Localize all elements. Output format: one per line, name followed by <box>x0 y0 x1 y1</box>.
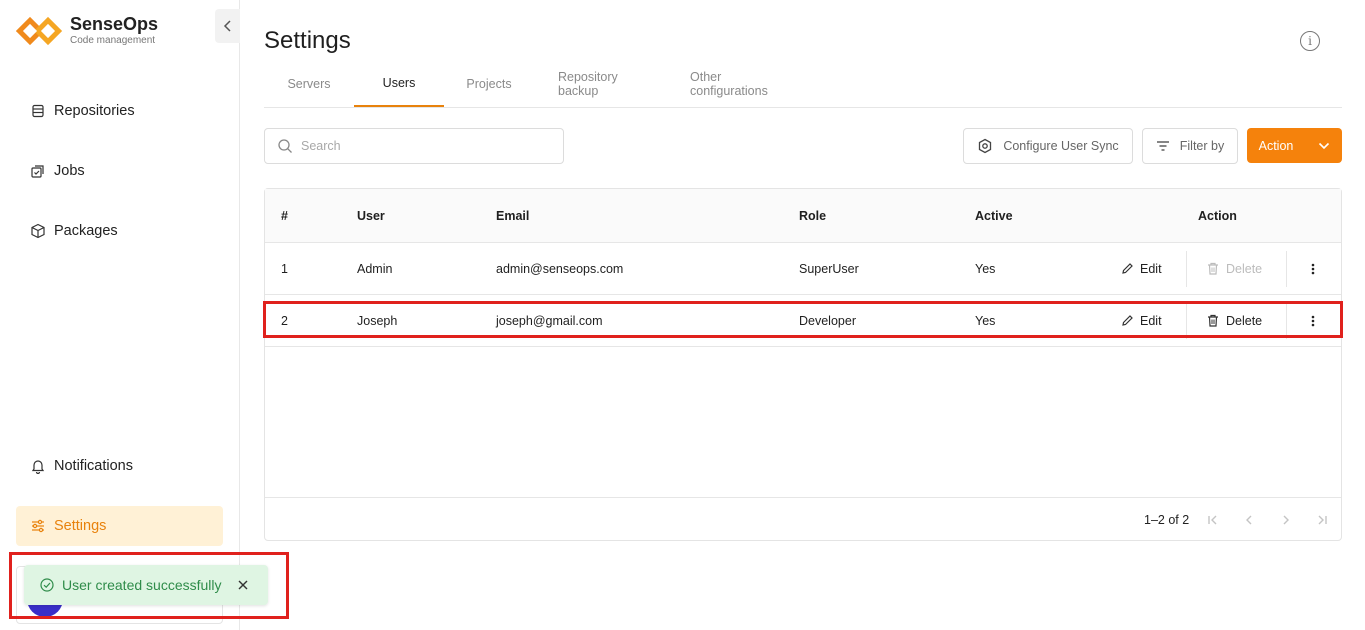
edit-button[interactable]: Edit <box>1121 243 1162 294</box>
brand-name: SenseOps <box>70 14 159 34</box>
next-page-icon[interactable] <box>1276 510 1296 530</box>
first-page-icon[interactable] <box>1203 510 1223 530</box>
filter-by-button[interactable]: Filter by <box>1142 128 1238 164</box>
previous-page-icon[interactable] <box>1239 510 1259 530</box>
search-icon <box>278 139 292 153</box>
table-pagination: 1–2 of 2 <box>265 497 1341 541</box>
configure-user-sync-label: Configure User Sync <box>1003 139 1119 153</box>
sidebar: SenseOps Code management Repositories Jo… <box>0 0 240 630</box>
package-icon <box>30 223 46 239</box>
row-email: admin@senseops.com <box>496 261 624 276</box>
divider <box>1286 251 1287 287</box>
chevron-down-icon[interactable] <box>1305 142 1342 150</box>
database-icon <box>30 103 46 119</box>
pencil-icon <box>1122 263 1133 274</box>
brand-logo[interactable]: SenseOps Code management <box>15 14 159 47</box>
row-num: 1 <box>281 261 288 276</box>
sidebar-item-label: Packages <box>54 223 118 239</box>
table-row: 1 Admin admin@senseops.com SuperUser Yes… <box>265 243 1341 295</box>
sidebar-item-label: Repositories <box>54 103 135 119</box>
last-page-icon[interactable] <box>1312 510 1332 530</box>
filter-icon <box>1156 141 1169 151</box>
sidebar-item-packages[interactable]: Packages <box>16 211 223 251</box>
header-email: Email <box>496 208 530 223</box>
sidebar-item-repositories[interactable]: Repositories <box>16 91 223 131</box>
divider <box>1186 251 1187 287</box>
trash-icon <box>1208 262 1218 275</box>
delete-button[interactable]: Delete <box>1207 243 1262 294</box>
action-dropdown-button[interactable]: Action <box>1247 128 1342 163</box>
search-box <box>264 128 564 164</box>
toast-highlight-box <box>9 552 289 619</box>
users-table: # User Email Role Active Action 1 Admin … <box>264 188 1342 541</box>
sidebar-collapse-button[interactable] <box>215 9 240 43</box>
tab-other-configurations[interactable]: Other configurations <box>666 60 814 107</box>
row-role: SuperUser <box>799 261 859 276</box>
settings-tabs: Servers Users Projects Repository backup… <box>264 60 1342 108</box>
delete-label: Delete <box>1226 261 1263 276</box>
sidebar-item-label: Notifications <box>54 458 133 474</box>
sidebar-item-label: Settings <box>54 518 107 534</box>
search-input[interactable] <box>301 139 541 153</box>
sync-settings-icon <box>979 138 992 154</box>
tab-servers[interactable]: Servers <box>264 60 354 107</box>
header-active: Active <box>975 208 1013 223</box>
sidebar-item-settings[interactable]: Settings <box>16 506 223 546</box>
header-action: Action <box>1198 208 1237 223</box>
row-highlight-box <box>263 301 1343 338</box>
action-label: Action <box>1258 138 1294 153</box>
row-active: Yes <box>975 261 996 276</box>
configure-user-sync-button[interactable]: Configure User Sync <box>963 128 1133 164</box>
table-header: # User Email Role Active Action <box>265 189 1341 243</box>
filter-by-label: Filter by <box>1179 139 1225 153</box>
chevron-left-icon <box>223 20 231 32</box>
edit-label: Edit <box>1140 261 1162 276</box>
tab-repository-backup[interactable]: Repository backup <box>534 60 666 107</box>
brand-subtitle: Code management <box>70 35 156 46</box>
sidebar-item-notifications[interactable]: Notifications <box>16 446 223 486</box>
sliders-icon <box>30 518 46 534</box>
row-user: Admin <box>357 261 393 276</box>
sidebar-item-label: Jobs <box>54 163 85 179</box>
tab-projects[interactable]: Projects <box>444 60 534 107</box>
more-options-icon[interactable] <box>1305 243 1321 294</box>
sidebar-item-jobs[interactable]: Jobs <box>16 151 223 191</box>
senseops-logo-icon <box>15 15 64 47</box>
jobs-icon <box>30 163 46 179</box>
info-icon[interactable]: i <box>1300 31 1320 51</box>
pagination-range: 1–2 of 2 <box>1144 513 1190 527</box>
page-title: Settings <box>264 27 351 54</box>
header-user: User <box>357 208 385 223</box>
bell-icon <box>30 458 46 474</box>
header-num: # <box>281 208 288 223</box>
header-role: Role <box>799 208 827 223</box>
tab-users[interactable]: Users <box>354 60 444 107</box>
